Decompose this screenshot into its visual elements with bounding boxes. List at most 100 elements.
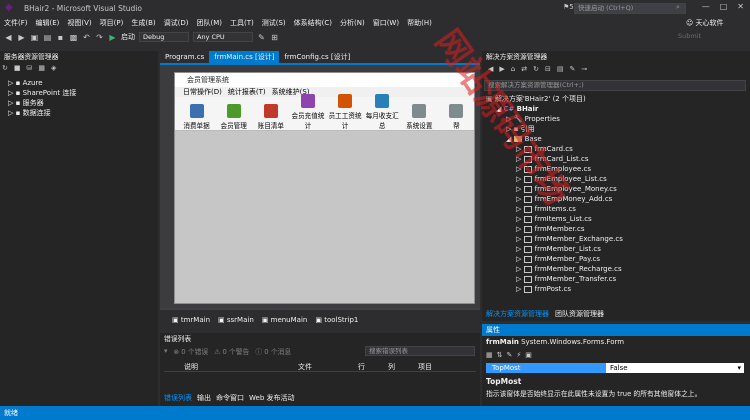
file-item[interactable]: ▷ frmEmployee_Money.cs — [486, 184, 738, 194]
expand-icon[interactable]: ▷ — [8, 99, 16, 107]
properties-icon[interactable]: ✎ — [569, 65, 575, 73]
file-item[interactable]: ▷ frmMember_Transfer.cs — [486, 274, 738, 284]
server-tree-item[interactable]: ▷ ▪ 数据连接 — [8, 108, 153, 118]
open-icon[interactable]: ▤ — [43, 33, 52, 42]
form-tool-button[interactable]: 会员管理 — [216, 104, 251, 130]
column-header[interactable]: 项目 — [414, 362, 476, 371]
minimize-icon[interactable]: — — [702, 2, 710, 11]
stop-icon[interactable]: ■ — [14, 64, 21, 72]
form-tool-button[interactable]: 账目清单 — [253, 104, 288, 130]
expand-icon[interactable]: ▷ — [516, 195, 524, 203]
column-header[interactable]: 说明 — [164, 362, 294, 371]
show-all-icon[interactable]: ▤ — [557, 65, 564, 73]
form-tool-button[interactable]: 每月收支汇总 — [365, 94, 400, 130]
error-panel-tab[interactable]: 输出 — [197, 393, 211, 403]
file-item[interactable]: ▷ frmMember.cs — [486, 224, 738, 234]
property-row-topmost[interactable]: TopMost False ▾ — [486, 363, 744, 373]
expand-icon[interactable]: ▷ — [516, 285, 524, 293]
menu-item[interactable]: 窗口(W) — [369, 18, 403, 28]
expand-icon[interactable]: ▷ — [516, 165, 524, 173]
server-tree-item[interactable]: ▷ ▪ 服务器 — [8, 98, 153, 108]
back-icon[interactable]: ◀ — [488, 65, 493, 73]
file-item[interactable]: ▷ frmEmployee.cs — [486, 164, 738, 174]
tray-component[interactable]: ▣ menuMain — [262, 316, 308, 324]
forward-icon[interactable]: ▶ — [17, 33, 26, 42]
refresh-icon[interactable]: ↻ — [2, 64, 8, 72]
menu-item[interactable]: 调试(D) — [160, 18, 193, 28]
menu-item[interactable]: 团队(M) — [192, 18, 226, 28]
references-node[interactable]: ▷ ▪ 引用 — [486, 124, 738, 134]
expand-icon[interactable]: ▷ — [516, 235, 524, 243]
expand-icon[interactable]: ▷ — [516, 225, 524, 233]
file-item[interactable]: ▷ frmMember_Pay.cs — [486, 254, 738, 264]
events-icon[interactable]: ⚡ — [516, 351, 521, 359]
properties-object[interactable]: frmMain System.Windows.Forms.Form — [486, 338, 624, 346]
property-value[interactable]: False ▾ — [606, 363, 744, 373]
error-panel-tab[interactable]: Web 发布活动 — [249, 393, 295, 403]
column-header[interactable]: 列 — [384, 362, 414, 371]
platform-select[interactable]: Any CPU — [193, 32, 253, 42]
form-menu-item[interactable]: 日常操作(D) — [183, 87, 222, 97]
expand-icon[interactable]: ▷ — [516, 145, 524, 153]
redo-icon[interactable]: ↷ — [95, 33, 104, 42]
menu-item[interactable]: 体系结构(C) — [290, 18, 336, 28]
solution-panel-tab[interactable]: 解决方案资源管理器 — [486, 309, 549, 319]
connect-server-icon[interactable]: ▦ — [38, 64, 45, 72]
file-item[interactable]: ▷ frmMember_List.cs — [486, 244, 738, 254]
editor-tab[interactable]: frmMain.cs [设计] — [209, 51, 280, 63]
file-item[interactable]: ▷ frmMember_Recharge.cs — [486, 264, 738, 274]
sync-icon[interactable]: ⇄ — [521, 65, 527, 73]
server-tree-item[interactable]: ▷ ▪ Azure — [8, 78, 153, 88]
expand-icon[interactable]: ▷ — [516, 155, 524, 163]
folder-node[interactable]: ◢ Base — [486, 134, 738, 144]
designer-form[interactable]: 会员管理系统 日常操作(D) 统计报表(T) 系统维护(S) 消费单据 会员管理 账目清… — [174, 72, 475, 304]
dropdown-icon[interactable]: ▾ — [737, 363, 741, 373]
solution-panel-tab[interactable]: 团队资源管理器 — [555, 309, 604, 319]
file-item[interactable]: ▷ frmItems_List.cs — [486, 214, 738, 224]
expand-icon[interactable]: ▷ — [8, 79, 16, 87]
menu-item[interactable]: 测试(S) — [258, 18, 290, 28]
config-select[interactable]: Debug — [139, 32, 189, 42]
warning-count-button[interactable]: ⚠ 0 个警告 — [214, 346, 249, 356]
pin-icon[interactable]: ⊸ — [581, 65, 587, 73]
file-item[interactable]: ▷ frmItems.cs — [486, 204, 738, 214]
form-menu-item[interactable]: 统计报表(T) — [228, 87, 266, 97]
expand-icon[interactable]: ▷ — [516, 205, 524, 213]
save-icon[interactable]: ▪ — [56, 33, 65, 42]
menu-item[interactable]: 视图(V) — [63, 18, 95, 28]
error-count-button[interactable]: ⊗ 0 个错误 — [173, 346, 208, 356]
tray-component[interactable]: ▣ ssrMain — [218, 316, 254, 324]
menu-item[interactable]: 编辑(E) — [32, 18, 64, 28]
file-item[interactable]: ▷ frmMember_Exchange.cs — [486, 234, 738, 244]
column-header[interactable]: 文件 — [294, 362, 354, 371]
expand-icon[interactable]: ▷ — [516, 265, 524, 273]
property-pages-icon[interactable]: ▣ — [525, 351, 532, 359]
menu-item[interactable]: 项目(P) — [96, 18, 128, 28]
error-search-input[interactable]: 搜索错误列表 — [365, 346, 475, 356]
expand-icon[interactable]: ▷ — [516, 175, 524, 183]
quick-launch-input[interactable]: 快速启动 (Ctrl+Q) — [574, 3, 686, 14]
server-tree-item[interactable]: ▷ ▪ SharePoint 连接 — [8, 88, 153, 98]
categorized-icon[interactable]: ▦ — [486, 351, 493, 359]
project-node[interactable]: ◢ C# BHair — [486, 104, 738, 114]
menu-item[interactable]: 生成(B) — [127, 18, 159, 28]
message-count-button[interactable]: ⓘ 0 个消息 — [255, 346, 291, 356]
notification-flag-icon[interactable]: ⚑5 — [563, 3, 574, 11]
menu-item[interactable]: 帮助(H) — [403, 18, 436, 28]
expand-icon[interactable]: ▷ — [516, 185, 524, 193]
refresh-icon[interactable]: ↻ — [533, 65, 539, 73]
file-item[interactable]: ▷ frmEmpMoney_Add.cs — [486, 194, 738, 204]
new-project-icon[interactable]: ▣ — [30, 33, 39, 42]
undo-icon[interactable]: ↶ — [82, 33, 91, 42]
file-item[interactable]: ▷ frmCard.cs — [486, 144, 738, 154]
solution-node[interactable]: ▣ 解决方案'BHair2' (2 个项目) — [486, 94, 738, 104]
close-icon[interactable]: ✕ — [737, 2, 744, 11]
error-panel-tab[interactable]: 错误列表 — [164, 393, 192, 403]
file-item[interactable]: ▷ frmEmployee_List.cs — [486, 174, 738, 184]
column-header[interactable]: 行 — [354, 362, 384, 371]
tray-component[interactable]: ▣ tmrMain — [172, 316, 210, 324]
menu-item[interactable]: 工具(T) — [226, 18, 258, 28]
error-panel-tab[interactable]: 命令窗口 — [216, 393, 244, 403]
back-icon[interactable]: ◀ — [4, 33, 13, 42]
form-tool-button[interactable]: 系统设置 — [402, 104, 437, 130]
